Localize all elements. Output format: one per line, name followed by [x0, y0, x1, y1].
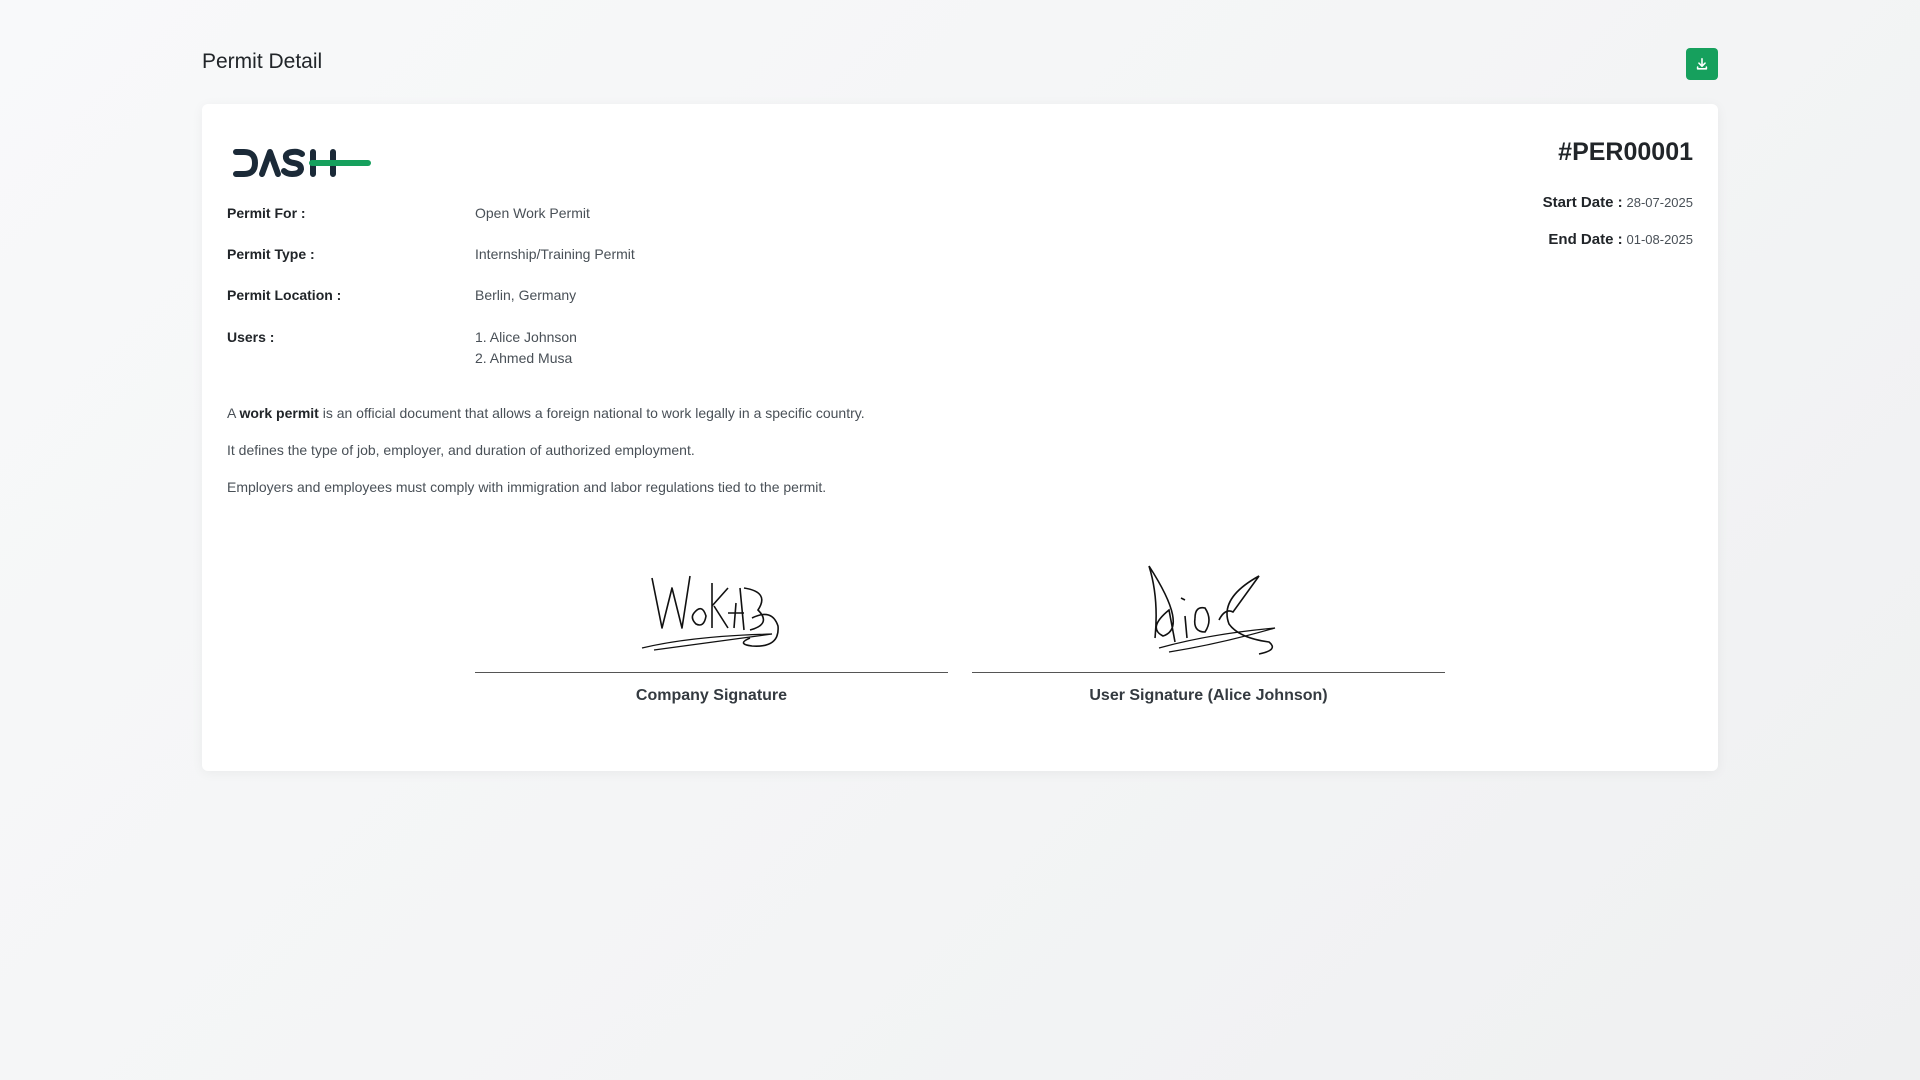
user-item: 2. Ahmed Musa	[475, 350, 573, 366]
company-signature-line	[475, 672, 948, 673]
user-signature-line	[972, 672, 1445, 673]
user-signature-caption: User Signature (Alice Johnson)	[1089, 687, 1328, 704]
page-header: Permit Detail	[202, 48, 1718, 82]
start-date-value: 28-07-2025	[1626, 195, 1694, 210]
start-date-label: Start Date :	[1542, 194, 1623, 211]
permit-location-label: Permit Location :	[227, 287, 342, 303]
description-paragraph-3: Employers and employees must comply with…	[227, 479, 827, 495]
p1-bold: work permit	[239, 405, 319, 421]
description-paragraph-1: A work permit is an official document th…	[227, 405, 865, 421]
permit-location-value: Berlin, Germany	[475, 287, 577, 303]
page-title: Permit Detail	[202, 50, 323, 73]
start-date-row: Start Date : 28-07-2025	[1543, 194, 1693, 211]
permit-type-label: Permit Type :	[227, 246, 315, 262]
company-signature-block: Company Signature	[475, 548, 948, 705]
permit-for-label: Permit For :	[227, 205, 306, 221]
permit-for-value: Open Work Permit	[475, 205, 590, 221]
description-paragraph-2: It defines the type of job, employer, an…	[227, 442, 695, 458]
user-signature-block: User Signature (Alice Johnson)	[972, 548, 1445, 705]
end-date-row: End Date : 01-08-2025	[1548, 231, 1693, 248]
user-item: 1. Alice Johnson	[475, 329, 577, 345]
company-signature-image	[475, 548, 948, 658]
users-label: Users :	[227, 329, 275, 345]
download-button[interactable]	[1686, 48, 1718, 80]
user-signature-image	[972, 548, 1445, 658]
p1-suffix: is an official document that allows a fo…	[318, 405, 865, 421]
company-signature-caption: Company Signature	[635, 687, 788, 704]
download-icon	[1696, 57, 1708, 70]
users-list: 1. Alice Johnson 2. Ahmed Musa	[475, 327, 577, 369]
permit-type-value: Internship/Training Permit	[475, 246, 635, 262]
permit-card: #PER00001 Start Date : 28-07-2025 End Da…	[202, 104, 1718, 771]
p1-prefix: A	[227, 405, 240, 421]
permit-id: #PER00001	[1558, 138, 1693, 166]
dash-logo	[232, 144, 372, 187]
end-date-value: 01-08-2025	[1626, 232, 1694, 247]
end-date-label: End Date :	[1548, 231, 1623, 248]
